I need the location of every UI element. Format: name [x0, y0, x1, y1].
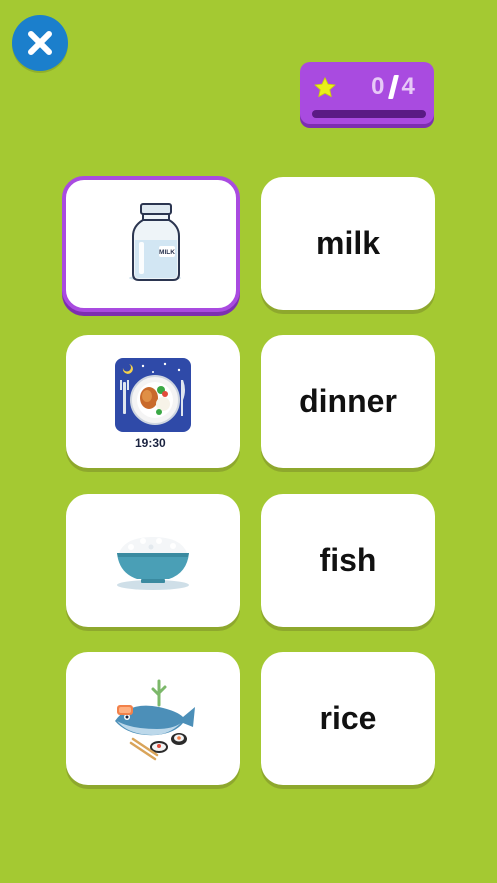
- score-panel: 0 4: [300, 62, 434, 124]
- card-image-fish[interactable]: [66, 652, 240, 785]
- milk-bottle-icon: MILK: [129, 203, 181, 281]
- card-image-milk[interactable]: MILK: [62, 176, 240, 312]
- close-button[interactable]: [12, 15, 68, 71]
- score-progress-bar: [312, 110, 426, 118]
- card-image-rice[interactable]: [66, 494, 240, 627]
- rice-bowl-icon: [117, 536, 189, 590]
- star-icon: [314, 77, 336, 98]
- card-word-dinner[interactable]: dinner: [261, 335, 435, 468]
- card-image-dinner[interactable]: 19:30: [66, 335, 240, 468]
- dinner-plate-icon: [115, 357, 191, 432]
- score-counter: 0 4: [360, 72, 426, 102]
- card-word-text: rice: [319, 700, 377, 736]
- card-word-text: fish: [319, 542, 377, 578]
- score-current: 0: [371, 73, 385, 100]
- milk-label-text: MILK: [159, 249, 175, 256]
- dinner-time-label: 19:30: [135, 436, 166, 450]
- score-separator: [387, 75, 399, 99]
- close-icon: [28, 31, 52, 55]
- fish-sushi-icon: [115, 679, 195, 760]
- card-word-rice[interactable]: rice: [261, 652, 435, 785]
- card-word-text: dinner: [299, 383, 397, 419]
- card-word-milk[interactable]: milk: [261, 177, 435, 310]
- card-word-text: milk: [315, 225, 381, 261]
- card-word-fish[interactable]: fish: [261, 494, 435, 627]
- score-total: 4: [401, 73, 415, 100]
